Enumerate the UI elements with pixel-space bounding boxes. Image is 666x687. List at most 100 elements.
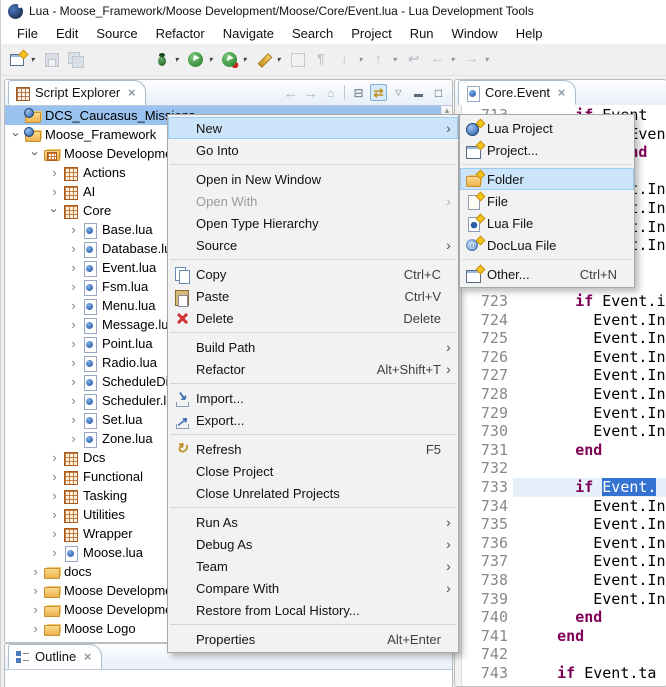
- expand-icon[interactable]: ›: [66, 298, 81, 313]
- code-line-728[interactable]: 728 Event.In: [455, 385, 666, 404]
- expand-icon[interactable]: ›: [47, 488, 62, 503]
- code-line-738[interactable]: 738 Event.In: [455, 571, 666, 590]
- expand-icon[interactable]: ›: [66, 279, 81, 294]
- code-line-741[interactable]: 741 end: [455, 627, 666, 646]
- maximize-button[interactable]: □: [430, 84, 447, 101]
- menu-item-project[interactable]: Project...: [460, 139, 634, 161]
- dropdown-arrow-icon[interactable]: ▾: [28, 55, 37, 64]
- menu-item-open-in-new-window[interactable]: Open in New Window: [168, 168, 458, 190]
- open-task-button[interactable]: ▾: [253, 48, 285, 72]
- expand-icon[interactable]: ›: [28, 621, 43, 636]
- expand-icon[interactable]: ›: [47, 184, 62, 199]
- menu-item-close-unrelated-projects[interactable]: Close Unrelated Projects: [168, 482, 458, 504]
- menu-item-debug-as[interactable]: Debug As›: [168, 533, 458, 555]
- menu-item-close-project[interactable]: Close Project: [168, 460, 458, 482]
- expand-icon[interactable]: ›: [47, 450, 62, 465]
- menu-item-properties[interactable]: PropertiesAlt+Enter: [168, 628, 458, 650]
- code-line-743[interactable]: 743 if Event.ta: [455, 664, 666, 683]
- expand-icon[interactable]: ›: [66, 260, 81, 275]
- new-wizard-button[interactable]: ▾: [7, 48, 39, 72]
- collapse-all-button[interactable]: ⊟: [350, 84, 367, 101]
- code-line-731[interactable]: 731 end: [455, 441, 666, 460]
- code-line-737[interactable]: 737 Event.In: [455, 552, 666, 571]
- dropdown-arrow-icon[interactable]: ▾: [240, 55, 249, 64]
- menubar-item-navigate[interactable]: Navigate: [214, 24, 283, 43]
- menubar-item-window[interactable]: Window: [443, 24, 507, 43]
- dropdown-arrow-icon[interactable]: ▾: [206, 55, 215, 64]
- code-line-739[interactable]: 739 Event.In: [455, 590, 666, 609]
- code-line-735[interactable]: 735 Event.In: [455, 515, 666, 534]
- menubar-item-source[interactable]: Source: [87, 24, 146, 43]
- menu-item-lua-project[interactable]: Lua Project: [460, 117, 634, 139]
- menu-item-file[interactable]: File: [460, 190, 634, 212]
- expand-icon[interactable]: ›: [66, 374, 81, 389]
- link-editor-button[interactable]: ⇄: [370, 84, 387, 101]
- menubar-item-refactor[interactable]: Refactor: [147, 24, 214, 43]
- menu-item-run-as[interactable]: Run As›: [168, 511, 458, 533]
- code-line-725[interactable]: 725 Event.In: [455, 329, 666, 348]
- expand-icon[interactable]: ›: [28, 602, 43, 617]
- code-line-734[interactable]: 734 Event.In: [455, 497, 666, 516]
- expand-icon[interactable]: ›: [66, 336, 81, 351]
- menu-item-export[interactable]: Export...: [168, 409, 458, 431]
- tab-core-event[interactable]: Core.Event: [458, 80, 576, 105]
- expand-icon[interactable]: ›: [66, 412, 81, 427]
- tab-outline[interactable]: Outline: [8, 644, 102, 669]
- code-line-740[interactable]: 740 end: [455, 608, 666, 627]
- expand-icon[interactable]: ›: [47, 165, 62, 180]
- back-button[interactable]: ←: [282, 84, 299, 101]
- code-line-742[interactable]: 742: [455, 645, 666, 664]
- expand-icon[interactable]: ›: [66, 222, 81, 237]
- tab-script-explorer[interactable]: Script Explorer: [8, 80, 146, 105]
- code-line-736[interactable]: 736 Event.In: [455, 534, 666, 553]
- menu-item-open-type-hierarchy[interactable]: Open Type Hierarchy: [168, 212, 458, 234]
- debug-button[interactable]: ▾: [151, 48, 183, 72]
- close-icon[interactable]: [125, 85, 138, 100]
- menu-item-source[interactable]: Source›: [168, 234, 458, 256]
- code-line-726[interactable]: 726 Event.In: [455, 348, 666, 367]
- menu-item-team[interactable]: Team›: [168, 555, 458, 577]
- menu-item-other[interactable]: Other...Ctrl+N: [460, 263, 634, 285]
- close-icon[interactable]: [555, 85, 568, 100]
- expand-icon[interactable]: ›: [28, 564, 43, 579]
- menu-item-paste[interactable]: PasteCtrl+V: [168, 285, 458, 307]
- expand-icon[interactable]: ›: [66, 355, 81, 370]
- menu-item-new[interactable]: New›: [168, 117, 458, 139]
- dropdown-arrow-icon[interactable]: ▾: [274, 55, 283, 64]
- menubar-item-edit[interactable]: Edit: [47, 24, 87, 43]
- code-line-723[interactable]: 723 if Event.i: [455, 292, 666, 311]
- menu-item-lua-file[interactable]: Lua File: [460, 212, 634, 234]
- code-line-733[interactable]: 733 if Event.: [455, 478, 666, 497]
- expand-icon[interactable]: ›: [66, 393, 81, 408]
- expand-icon[interactable]: ›: [66, 431, 81, 446]
- menubar-item-project[interactable]: Project: [342, 24, 400, 43]
- code-line-729[interactable]: 729 Event.In: [455, 404, 666, 423]
- menu-item-build-path[interactable]: Build Path›: [168, 336, 458, 358]
- expand-icon[interactable]: ›: [47, 469, 62, 484]
- menu-item-import[interactable]: Import...: [168, 387, 458, 409]
- expand-icon[interactable]: ›: [47, 545, 62, 560]
- close-icon[interactable]: [81, 649, 94, 664]
- menu-item-go-into[interactable]: Go Into: [168, 139, 458, 161]
- expand-icon[interactable]: ›: [28, 583, 43, 598]
- menubar-item-help[interactable]: Help: [507, 24, 552, 43]
- expand-icon[interactable]: ›: [66, 241, 81, 256]
- menu-item-delete[interactable]: DeleteDelete: [168, 307, 458, 329]
- expand-icon[interactable]: ›: [66, 317, 81, 332]
- forward-button[interactable]: →: [302, 84, 319, 101]
- collapse-icon[interactable]: ›: [9, 127, 24, 142]
- menu-item-doclua-file[interactable]: DocLua File: [460, 234, 634, 256]
- minimize-button[interactable]: [410, 84, 427, 101]
- code-line-727[interactable]: 727 Event.In: [455, 366, 666, 385]
- menubar-item-file[interactable]: File: [8, 24, 47, 43]
- menu-item-refactor[interactable]: RefactorAlt+Shift+T›: [168, 358, 458, 380]
- up-button[interactable]: ⌂: [322, 84, 339, 101]
- menubar-item-run[interactable]: Run: [401, 24, 443, 43]
- menu-item-refresh[interactable]: RefreshF5: [168, 438, 458, 460]
- view-menu-button[interactable]: ▽: [390, 84, 407, 101]
- menu-item-copy[interactable]: CopyCtrl+C: [168, 263, 458, 285]
- menu-item-folder[interactable]: Folder: [460, 168, 634, 190]
- expand-icon[interactable]: ›: [47, 526, 62, 541]
- collapse-icon[interactable]: ›: [47, 203, 62, 218]
- code-line-724[interactable]: 724 Event.In: [455, 311, 666, 330]
